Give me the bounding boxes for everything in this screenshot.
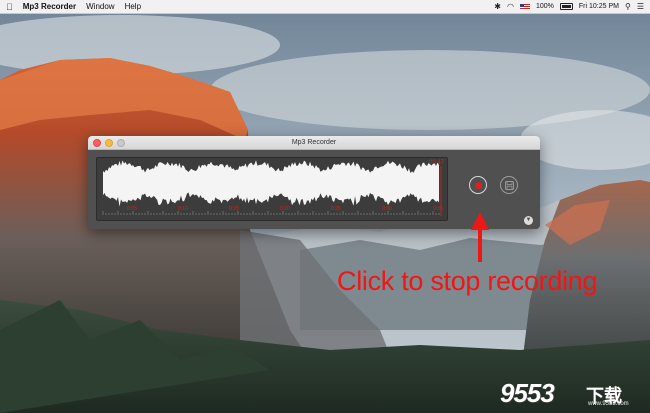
watermark-logo: 9553 下载 www.9553.com xyxy=(500,378,640,408)
watermark-number: 9553 xyxy=(500,378,555,408)
watermark-url: www.9553.com xyxy=(588,401,629,407)
annotation-arrow xyxy=(471,212,489,262)
annotation-callout: Click to stop recording xyxy=(337,266,598,296)
